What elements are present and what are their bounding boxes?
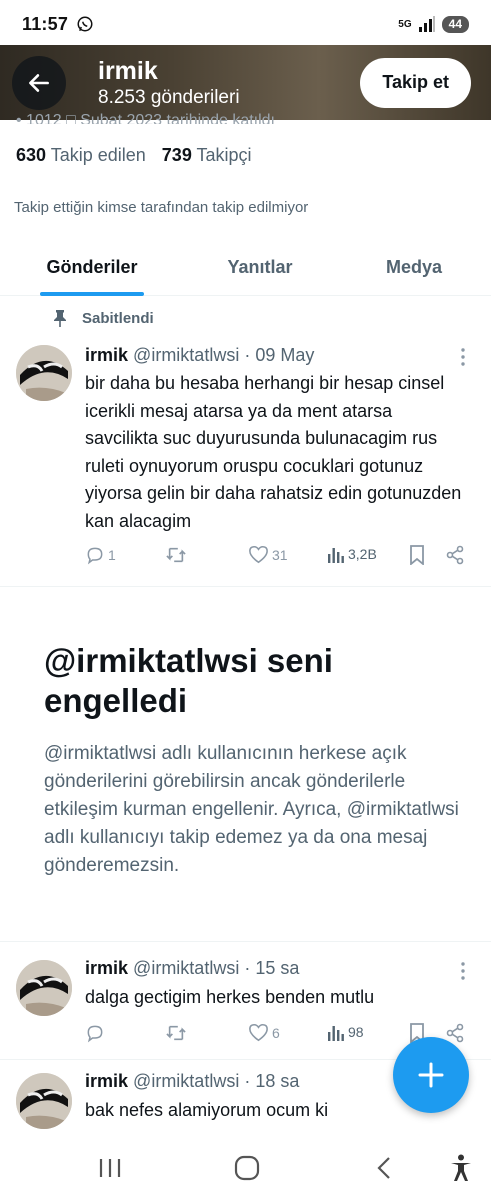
tweet-author-handle[interactable]: @irmiktatlwsi (133, 1071, 239, 1091)
share-icon (446, 545, 464, 565)
heart-icon (249, 545, 268, 564)
avatar[interactable] (16, 345, 72, 401)
network-label: 5G (398, 18, 412, 30)
tweet-header: irmik @irmiktatlwsi · 15 sa (85, 958, 299, 979)
analytics-icon (328, 548, 344, 563)
tweet-time: · 09 May (244, 345, 315, 365)
header-title-block: irmik 8.253 gönderileri (98, 56, 240, 110)
views-button[interactable]: 3,2B (327, 545, 377, 563)
share-button[interactable] (445, 545, 465, 565)
blocked-description: @irmiktatlwsi adlı kullanıcının herkese … (44, 743, 459, 876)
avatar[interactable] (16, 960, 72, 1016)
reply-count: 1 (108, 547, 116, 563)
profile-meta-peek: • 1012 □ Şubat 2023 tarihinde katıldı (16, 112, 275, 124)
profile-header: irmik 8.253 gönderileri Takip et (0, 45, 491, 120)
follow-stats: 630 Takip edilen 739 Takipçi (16, 145, 252, 166)
system-nav-bar (0, 1135, 491, 1200)
tab-replies[interactable]: Yanıtlar (218, 238, 302, 296)
share-icon (446, 1023, 464, 1043)
follow-button[interactable]: Takip et (360, 57, 471, 108)
divider (0, 941, 491, 942)
reply-icon (87, 547, 103, 565)
tweet-author-name[interactable]: irmik (85, 1071, 128, 1091)
tweet-actions: 1 31 3,2B (85, 545, 470, 569)
status-time: 11:57 (22, 13, 69, 34)
back-button[interactable] (12, 55, 66, 110)
tweet-time: · 18 sa (244, 1071, 300, 1091)
like-count: 6 (272, 1024, 280, 1041)
mutual-followers-text: Takip ettiğin kimse tarafından takip edi… (14, 199, 309, 216)
retweet-icon (166, 1025, 186, 1041)
chevron-left-icon (377, 1157, 390, 1179)
like-count: 31 (272, 546, 288, 563)
tweet-header: irmik @irmiktatlwsi · 18 sa (85, 1071, 299, 1092)
heart-icon (249, 1023, 268, 1042)
bookmark-button[interactable] (409, 545, 425, 565)
like-button[interactable]: 6 (248, 1023, 280, 1042)
reply-icon (87, 1025, 103, 1043)
share-button[interactable] (445, 1023, 465, 1043)
tweet-author-name[interactable]: irmik (85, 958, 128, 978)
profile-page: 11:57 5G 44 irmik 8.253 gönderileri Taki… (0, 0, 491, 1200)
tab-posts[interactable]: Gönderiler (40, 238, 144, 296)
retweet-icon (166, 547, 186, 563)
tab-media[interactable]: Medya (378, 238, 450, 296)
analytics-icon (328, 1026, 344, 1041)
whatsapp-icon (77, 16, 93, 32)
tab-posts-label: Gönderiler (46, 256, 138, 277)
tweet-text: dalga gectigim herkes benden mutlu (85, 987, 375, 1007)
pin-icon (54, 310, 66, 327)
status-bar: 11:57 5G 44 (0, 0, 491, 48)
avatar-image (16, 960, 72, 1016)
tweet-author-name[interactable]: irmik (85, 345, 128, 365)
arrow-left-icon (29, 73, 49, 92)
tab-media-label: Medya (385, 256, 443, 277)
battery-icon: 44 (441, 15, 469, 33)
views-button[interactable]: 98 (327, 1023, 364, 1041)
home-button[interactable] (230, 1153, 264, 1183)
tweet-text: bir daha bu hesaba herhangi bir hesap ci… (85, 373, 462, 531)
compose-button[interactable] (393, 1037, 469, 1113)
avatar-image (16, 1073, 72, 1129)
reply-button[interactable]: 1 (85, 545, 116, 565)
active-tab-indicator (40, 292, 144, 296)
tab-replies-label: Yanıtlar (227, 256, 293, 277)
blocked-title: @irmiktatlwsi seni engelledi (44, 642, 333, 719)
tweet-header: irmik @irmiktatlwsi · 09 May (85, 345, 314, 366)
bookmark-icon (410, 545, 424, 565)
reply-button[interactable] (85, 1023, 108, 1043)
following-label: Takip edilen (50, 145, 146, 165)
plus-icon (418, 1062, 444, 1088)
signal-icon (418, 16, 435, 32)
header-name: irmik (98, 56, 158, 85)
recent-apps-button[interactable] (93, 1153, 127, 1183)
following-link[interactable]: 630 Takip edilen (16, 145, 146, 166)
more-options-icon[interactable] (455, 347, 471, 367)
tweet-author-handle[interactable]: @irmiktatlwsi (133, 345, 239, 365)
retweet-button[interactable] (165, 545, 190, 565)
followers-label: Takipçi (196, 145, 252, 165)
accessibility-button[interactable] (444, 1153, 478, 1183)
header-post-count: 8.253 gönderileri (98, 86, 240, 108)
like-button[interactable]: 31 (248, 545, 288, 564)
recents-icon (99, 1159, 121, 1177)
more-options-icon[interactable] (455, 961, 471, 981)
home-icon (234, 1155, 260, 1181)
pinned-label: Sabitlendi (82, 309, 154, 327)
following-count: 630 (16, 145, 47, 165)
accessibility-icon (451, 1154, 471, 1181)
tweet-author-handle[interactable]: @irmiktatlwsi (133, 958, 239, 978)
views-count: 98 (348, 1024, 364, 1040)
followers-count: 739 (161, 145, 192, 165)
avatar-image (16, 345, 72, 401)
views-count: 3,2B (348, 546, 377, 562)
tweet-time: · 15 sa (244, 958, 300, 978)
profile-tabs: Gönderiler Yanıtlar Medya (0, 238, 491, 296)
followers-link[interactable]: 739 Takipçi (162, 145, 252, 166)
system-back-button[interactable] (367, 1153, 401, 1183)
avatar[interactable] (16, 1073, 72, 1129)
pinned-indicator: Sabitlendi (52, 309, 154, 327)
divider (0, 586, 491, 587)
retweet-button[interactable] (165, 1023, 190, 1043)
